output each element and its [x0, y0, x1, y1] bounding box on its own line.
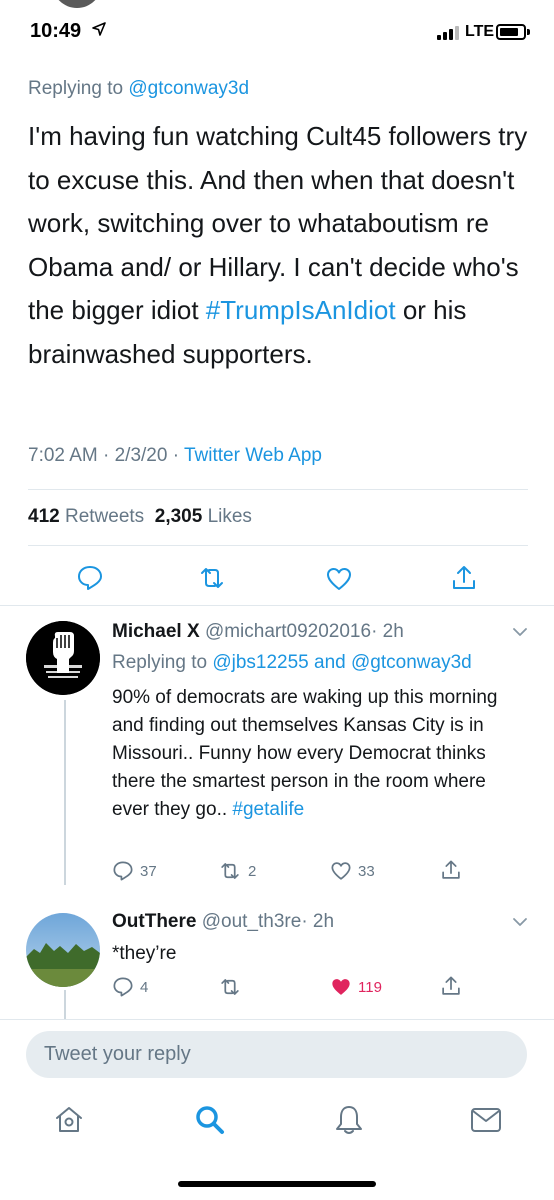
chevron-down-icon[interactable]: [512, 914, 528, 930]
divider: [28, 489, 528, 490]
likes-stat[interactable]: 2,305 Likes: [155, 506, 252, 527]
reply-count: 4: [140, 978, 149, 996]
thread-line: [64, 990, 66, 1020]
search-icon[interactable]: [194, 1104, 226, 1136]
reply-action[interactable]: 37: [112, 860, 157, 882]
divider: [0, 1019, 554, 1020]
avatar[interactable]: [26, 913, 100, 987]
like-icon: [331, 862, 351, 880]
replying-handle-link[interactable]: @gtconway3d: [128, 78, 249, 99]
share-icon[interactable]: [440, 859, 462, 881]
previous-tweet-avatar[interactable]: [52, 0, 102, 8]
divider: [0, 605, 554, 606]
reply-replying-to: Replying to @jbs12255 and @gtconway3d: [112, 652, 472, 674]
signal-icon: [437, 26, 459, 40]
like-icon[interactable]: [325, 565, 353, 593]
reply-header: Michael X @michart09202016· 2h: [112, 621, 404, 643]
author-handle[interactable]: @out_th3re: [202, 911, 302, 932]
retweet-icon[interactable]: [198, 564, 226, 592]
reply-icon: [113, 861, 133, 881]
reply-action[interactable]: 4: [112, 976, 148, 998]
reply-icon: [113, 977, 133, 997]
notifications-bell-icon[interactable]: [334, 1104, 364, 1136]
reply-body: 90% of democrats are waking up this morn…: [112, 687, 498, 820]
author-name[interactable]: OutThere: [112, 911, 196, 932]
avatar[interactable]: [26, 621, 100, 695]
retweets-stat[interactable]: 412 Retweets: [28, 506, 144, 527]
home-icon[interactable]: [54, 1105, 84, 1135]
reply-icon[interactable]: [76, 564, 104, 592]
status-time: 10:49: [30, 20, 82, 42]
battery-icon: [496, 24, 526, 40]
divider: [28, 545, 528, 546]
thread-line: [64, 700, 66, 885]
heart-filled-icon: [332, 979, 350, 995]
retweet-action[interactable]: 2: [218, 860, 256, 882]
like-count: 33: [358, 862, 375, 880]
chevron-down-icon[interactable]: [512, 624, 528, 640]
hashtag-link[interactable]: #getalife: [232, 799, 304, 820]
reply-placeholder: Tweet your reply: [44, 1043, 191, 1065]
like-action[interactable]: 119: [330, 976, 382, 998]
main-tweet-text: I'm having fun watching Cult45 followers…: [28, 115, 528, 376]
tweet-meta: 7:02 AM · 2/3/20 · Twitter Web App: [28, 445, 322, 467]
replying-label: Replying to: [28, 78, 124, 99]
fist-logo-icon: [26, 621, 100, 695]
hashtag-link[interactable]: #TrumpIsAnIdiot: [206, 295, 396, 325]
like-count: 119: [358, 978, 382, 996]
messages-mail-icon[interactable]: [470, 1107, 502, 1133]
retweet-icon: [221, 863, 239, 879]
reply-time: · 2h: [371, 621, 404, 642]
reply-header: OutThere @out_th3re· 2h: [112, 911, 334, 933]
tweet-timestamp: 7:02 AM · 2/3/20 ·: [28, 445, 180, 466]
reply-text: 90% of democrats are waking up this morn…: [112, 684, 517, 824]
retweet-count: 2: [248, 862, 257, 880]
likes-count: 2,305: [154, 506, 203, 527]
network-type: LTE: [465, 23, 495, 40]
retweet-icon[interactable]: [218, 976, 242, 998]
author-name[interactable]: Michael X: [112, 621, 200, 642]
replying-handles-link[interactable]: @jbs12255 and @gtconway3d: [212, 652, 471, 673]
share-icon[interactable]: [440, 975, 462, 997]
retweets-count: 412: [28, 506, 60, 527]
location-arrow-icon: [92, 22, 106, 36]
reply-time: · 2h: [301, 911, 335, 932]
home-indicator: [178, 1181, 376, 1187]
author-handle[interactable]: @michart09202016: [205, 621, 371, 642]
replying-label: Replying to: [112, 652, 208, 673]
landscape-photo: [26, 913, 100, 987]
battery-nub: [527, 29, 530, 35]
main-replying-to: Replying to @gtconway3d: [28, 78, 249, 100]
like-action[interactable]: 33: [330, 860, 375, 882]
share-icon[interactable]: [450, 564, 478, 592]
reply-count: 37: [140, 862, 157, 880]
tweet-source-link[interactable]: Twitter Web App: [184, 445, 322, 466]
reply-text: *they’re: [112, 943, 177, 964]
retweets-label: Retweets: [64, 506, 145, 527]
tweet-stats: 412 Retweets 2,305 Likes: [28, 506, 252, 528]
likes-label: Likes: [207, 506, 252, 527]
